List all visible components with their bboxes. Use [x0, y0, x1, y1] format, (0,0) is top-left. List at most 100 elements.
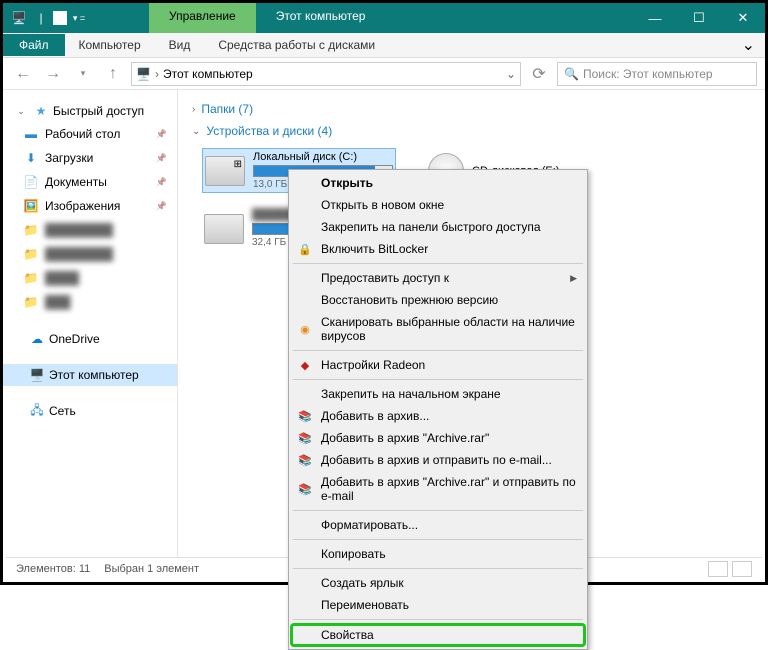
sidebar-label: Рабочий стол	[45, 127, 120, 141]
bitlocker-icon: 🔒	[297, 241, 313, 257]
minimize-button[interactable]: —	[633, 3, 677, 33]
address-dropdown-icon[interactable]: ⌄	[506, 67, 516, 81]
search-input[interactable]: 🔍 Поиск: Этот компьютер	[557, 62, 757, 86]
ctx-pin-start[interactable]: Закрепить на начальном экране	[291, 383, 585, 405]
network-icon: 🖧	[29, 403, 45, 419]
group-devices[interactable]: ⌄ Устройства и диски (4)	[192, 120, 751, 142]
pc-icon: 🖥️	[29, 367, 45, 383]
ctx-copy[interactable]: Копировать	[291, 543, 585, 565]
sidebar-item-folder[interactable]: 📁 ███	[3, 290, 177, 314]
sidebar-this-pc[interactable]: 🖥️ Этот компьютер	[3, 364, 177, 386]
folder-icon: 📁	[23, 270, 39, 286]
group-label: Папки (7)	[201, 102, 253, 116]
blurred-label: ████████	[45, 223, 113, 237]
address-bar-row: ← → ▾ ↑ 🖥️ › Этот компьютер ⌄ ⟳ 🔍 Поиск:…	[3, 58, 765, 90]
winrar-icon: 📚	[297, 430, 313, 446]
sidebar-network[interactable]: 🖧 Сеть	[3, 400, 177, 422]
navigation-pane: ⌄ ★ Быстрый доступ ▬ Рабочий стол ⬇ Загр…	[3, 90, 178, 560]
ctx-radeon[interactable]: ◆Настройки Radeon	[291, 354, 585, 376]
chevron-down-icon[interactable]: ⌄	[192, 126, 200, 137]
nav-history-icon[interactable]: ▾	[71, 62, 95, 86]
ctx-bitlocker[interactable]: 🔒Включить BitLocker	[291, 238, 585, 260]
sidebar-item-desktop[interactable]: ▬ Рабочий стол	[3, 122, 177, 146]
ribbon-expand-icon[interactable]: ⌄	[732, 31, 765, 59]
ribbon-disk-tools[interactable]: Средства работы с дисками	[204, 34, 389, 56]
blurred-label: ████████	[45, 247, 113, 261]
winrar-icon: 📚	[297, 481, 313, 497]
title-tabs: Управление Этот компьютер	[149, 3, 385, 33]
drive-name: Локальный диск (C:)	[253, 151, 393, 163]
ctx-add-archive-rar[interactable]: 📚Добавить в архив "Archive.rar"	[291, 427, 585, 449]
sidebar-item-documents[interactable]: 📄 Документы	[3, 170, 177, 194]
nav-forward-button[interactable]: →	[41, 62, 65, 86]
close-button[interactable]: ✕	[721, 3, 765, 33]
ctx-create-shortcut[interactable]: Создать ярлык	[291, 572, 585, 594]
maximize-button[interactable]: ☐	[677, 3, 721, 33]
blurred-label: ███	[45, 295, 71, 309]
separator	[293, 539, 583, 540]
pictures-icon: 🖼️	[23, 198, 39, 214]
status-selected: Выбран 1 элемент	[104, 563, 199, 575]
nav-back-button[interactable]: ←	[11, 62, 35, 86]
search-placeholder: Поиск: Этот компьютер	[583, 67, 713, 81]
ctx-properties[interactable]: Свойства	[290, 623, 586, 647]
nav-up-button[interactable]: ↑	[101, 62, 125, 86]
downloads-icon: ⬇	[23, 150, 39, 166]
address-bar[interactable]: 🖥️ › Этот компьютер ⌄	[131, 62, 521, 86]
chevron-right-icon[interactable]: ›	[192, 104, 195, 115]
separator	[293, 350, 583, 351]
ctx-share-access[interactable]: Предоставить доступ к▶	[291, 267, 585, 289]
drive-icon	[204, 214, 244, 244]
ctx-restore-previous[interactable]: Восстановить прежнюю версию	[291, 289, 585, 311]
sidebar-item-pictures[interactable]: 🖼️ Изображения	[3, 194, 177, 218]
view-details-button[interactable]	[708, 561, 728, 577]
sidebar-label: Этот компьютер	[49, 368, 139, 382]
separator	[293, 379, 583, 380]
ctx-open[interactable]: Открыть	[291, 172, 585, 194]
folder-icon: 📁	[23, 222, 39, 238]
ribbon: Файл Компьютер Вид Средства работы с дис…	[3, 33, 765, 58]
folder-icon: 📁	[23, 294, 39, 310]
qat-dropdown-icon[interactable]: ▾ =	[69, 8, 89, 28]
refresh-button[interactable]: ⟳	[527, 62, 551, 86]
chevron-right-icon: ▶	[570, 273, 577, 284]
ribbon-file[interactable]: Файл	[3, 34, 65, 56]
ribbon-computer[interactable]: Компьютер	[65, 34, 155, 56]
sidebar-item-downloads[interactable]: ⬇ Загрузки	[3, 146, 177, 170]
ctx-add-archive[interactable]: 📚Добавить в архив...	[291, 405, 585, 427]
ctx-add-rar-send-mail[interactable]: 📚Добавить в архив "Archive.rar" и отправ…	[291, 471, 585, 507]
quick-access-label: Быстрый доступ	[53, 104, 144, 118]
properties-icon[interactable]	[53, 11, 67, 25]
sidebar-onedrive[interactable]: ☁ OneDrive	[3, 328, 177, 350]
search-icon: 🔍	[564, 67, 579, 81]
star-icon: ★	[33, 103, 49, 119]
view-toggle	[708, 561, 752, 577]
separator	[293, 568, 583, 569]
separator	[293, 510, 583, 511]
ctx-rename[interactable]: Переименовать	[291, 594, 585, 616]
ctx-format[interactable]: Форматировать...	[291, 514, 585, 536]
ctx-pin-quick-access[interactable]: Закрепить на панели быстрого доступа	[291, 216, 585, 238]
tab-thispc: Этот компьютер	[256, 3, 386, 33]
view-tiles-button[interactable]	[732, 561, 752, 577]
address-location[interactable]: Этот компьютер	[163, 67, 253, 81]
sidebar-item-folder[interactable]: 📁████	[3, 266, 177, 290]
group-folders[interactable]: › Папки (7)	[192, 98, 751, 120]
separator	[293, 263, 583, 264]
pc-icon[interactable]: 🖥️	[9, 8, 29, 28]
winrar-icon: 📚	[297, 452, 313, 468]
radeon-icon: ◆	[297, 357, 313, 373]
ctx-add-send-mail[interactable]: 📚Добавить в архив и отправить по e-mail.…	[291, 449, 585, 471]
sidebar-item-folder[interactable]: 📁 ████████	[3, 218, 177, 242]
tab-manage[interactable]: Управление	[149, 3, 256, 33]
sidebar-label: Изображения	[45, 199, 120, 213]
status-elements: Элементов: 11	[16, 563, 90, 575]
antivirus-icon: ◉	[297, 321, 313, 337]
chevron-right-icon[interactable]: ›	[155, 67, 159, 81]
ctx-open-new-window[interactable]: Открыть в новом окне	[291, 194, 585, 216]
sidebar-item-folder[interactable]: 📁████████	[3, 242, 177, 266]
ribbon-view[interactable]: Вид	[155, 34, 205, 56]
ctx-scan-virus[interactable]: ◉Сканировать выбранные области на наличи…	[291, 311, 585, 347]
sidebar-quick-access[interactable]: ⌄ ★ Быстрый доступ	[3, 100, 177, 122]
documents-icon: 📄	[23, 174, 39, 190]
